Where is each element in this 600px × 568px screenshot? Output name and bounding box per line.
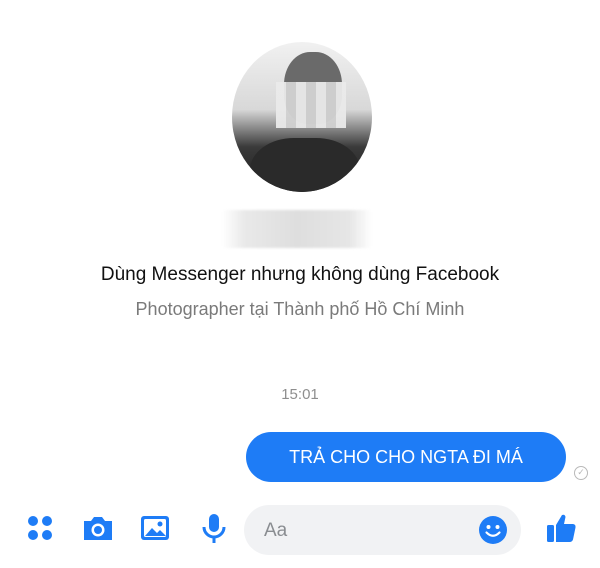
check-circle-icon: ✓ (574, 466, 588, 480)
image-icon[interactable] (137, 510, 173, 546)
emoji-icon[interactable] (478, 515, 508, 545)
microphone-icon[interactable] (196, 510, 232, 546)
message-input[interactable] (262, 517, 466, 545)
profile-work: Photographer tại Thành phố Hồ Chí Minh (135, 299, 465, 319)
contact-name-blurred (222, 210, 372, 248)
avatar[interactable] (232, 42, 372, 192)
thumbs-up-icon[interactable] (544, 510, 580, 546)
outgoing-message-bubble[interactable]: TRẢ CHO CHO NGTA ĐI MÁ (246, 432, 566, 482)
avatar-body-shape (250, 138, 360, 192)
avatar-blur-mask (276, 82, 346, 128)
camera-icon[interactable] (80, 510, 116, 546)
four-dots-icon[interactable] (22, 510, 58, 546)
profile-bio: Dùng Messenger nhưng không dùng Facebook (100, 264, 500, 285)
message-timestamp: 15:01 (281, 386, 319, 403)
message-text: TRẢ CHO CHO NGTA ĐI MÁ (289, 446, 523, 467)
message-composer[interactable] (244, 505, 521, 555)
